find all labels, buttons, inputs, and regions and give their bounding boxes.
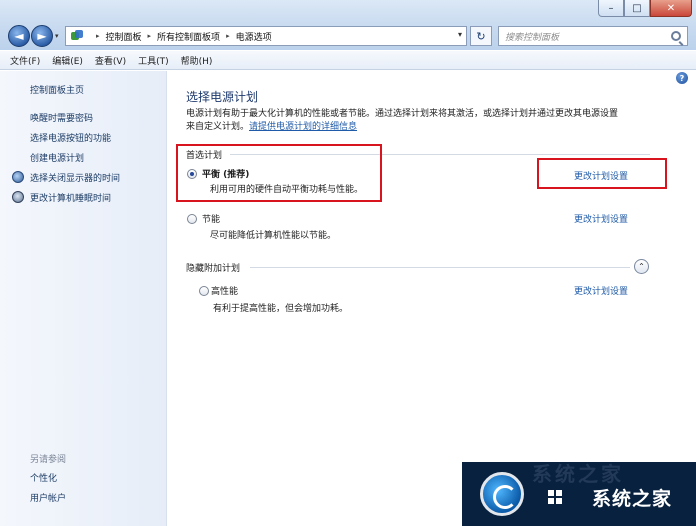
control-panel-icon (70, 29, 84, 43)
arrow-right-icon: ► (37, 29, 47, 43)
section-divider (250, 267, 630, 268)
minimize-button[interactable]: – (598, 0, 624, 17)
breadcrumb-control-panel[interactable]: 控制面板 (106, 30, 142, 43)
windows-logo-icon (548, 490, 588, 510)
back-button[interactable]: ◄ (8, 25, 30, 47)
description-text: 来自定义计划。 (186, 122, 250, 132)
chevron-up-icon: ⌃ (638, 262, 645, 271)
watermark-logo-icon (480, 472, 524, 516)
plan-name-power-saver[interactable]: 节能 (202, 212, 220, 225)
highlight-box-balanced-plan (176, 144, 382, 202)
sidebar-item-home[interactable]: 控制面板主页 (30, 83, 84, 96)
search-placeholder: 搜索控制面板 (505, 33, 560, 43)
menu-help[interactable]: 帮助(H) (181, 54, 213, 67)
sidebar-item-user-accounts[interactable]: 用户帐户 (30, 491, 66, 504)
address-bar[interactable]: ▸ 控制面板 ▸ 所有控制面板项 ▸ 电源选项 ▾ (65, 26, 467, 46)
watermark-logo: 系统之家 系统之家 (462, 462, 696, 526)
arrow-left-icon: ◄ (14, 29, 24, 43)
close-button[interactable]: ✕ (650, 0, 692, 17)
chevron-right-icon[interactable]: ▸ (148, 32, 152, 40)
left-navigation-pane: 控制面板主页 唤醒时需要密码 选择电源按钮的功能 创建电源计划 选择关闭显示器的… (0, 71, 167, 526)
highlight-box-change-settings (537, 158, 667, 189)
page-description: 电源计划有助于最大化计算机的性能或者节能。通过选择计划来将其激活，或选择计划并通… (186, 108, 666, 134)
collapse-button[interactable]: ⌃ (634, 259, 649, 274)
search-icon[interactable] (671, 31, 681, 41)
chevron-right-icon[interactable]: ▸ (226, 32, 230, 40)
see-also-heading: 另请参阅 (30, 455, 67, 465)
change-plan-settings-link-power-saver[interactable]: 更改计划设置 (574, 212, 628, 225)
breadcrumb-power-options[interactable]: 电源选项 (236, 30, 272, 43)
plan-description-power-saver: 尽可能降低计算机性能以节能。 (210, 231, 337, 241)
plan-description-high-performance: 有利于提高性能，但会增加功耗。 (213, 304, 349, 314)
menu-tools[interactable]: 工具(T) (138, 54, 169, 67)
maximize-button[interactable]: □ (624, 0, 650, 17)
plan-radio-power-saver[interactable] (187, 214, 197, 224)
sidebar-item-display-off[interactable]: 选择关闭显示器的时间 (30, 171, 120, 184)
page-title: 选择电源计划 (186, 90, 259, 104)
menu-edit[interactable]: 编辑(E) (52, 54, 83, 67)
help-icon[interactable]: ? (676, 72, 688, 84)
plan-radio-high-performance[interactable] (199, 286, 209, 296)
sidebar-item-personalization[interactable]: 个性化 (30, 471, 57, 484)
search-input[interactable]: 搜索控制面板 (498, 26, 688, 46)
chevron-right-icon[interactable]: ▸ (96, 32, 100, 40)
breadcrumb-all-items[interactable]: 所有控制面板项 (157, 30, 220, 43)
sidebar-item-create-plan[interactable]: 创建电源计划 (30, 151, 84, 164)
history-dropdown-icon[interactable]: ▾ (55, 32, 59, 40)
watermark-text: 系统之家 (592, 488, 673, 510)
menu-bar: 文件(F) 编辑(E) 查看(V) 工具(T) 帮助(H) (0, 51, 696, 70)
sidebar-item-sleep-time[interactable]: 更改计算机睡眠时间 (30, 191, 111, 204)
sidebar-item-wake-password[interactable]: 唤醒时需要密码 (30, 111, 93, 124)
description-line: 电源计划有助于最大化计算机的性能或者节能。通过选择计划来将其激活，或选择计划并通… (186, 109, 619, 119)
window-controls: – □ ✕ (598, 0, 692, 17)
plan-details-link[interactable]: 请提供电源计划的详细信息 (249, 122, 357, 132)
window-titlebar: – □ ✕ ◄ ► ▾ ▸ 控制面板 ▸ 所有控制面板项 ▸ 电源选项 ▾ ↻ … (0, 0, 696, 50)
display-icon (12, 171, 24, 183)
menu-file[interactable]: 文件(F) (10, 54, 40, 67)
plan-name-high-performance[interactable]: 高性能 (211, 284, 238, 297)
sidebar-item-power-buttons[interactable]: 选择电源按钮的功能 (30, 131, 111, 144)
refresh-icon: ↻ (476, 29, 486, 43)
change-plan-settings-link-high-performance[interactable]: 更改计划设置 (574, 284, 628, 297)
description-line: 来自定义计划。请提供电源计划的详细信息 (186, 121, 666, 134)
hidden-plans-heading: 隐藏附加计划 (186, 264, 241, 274)
sleep-icon (12, 191, 24, 203)
address-dropdown-icon[interactable]: ▾ (458, 30, 462, 39)
forward-button[interactable]: ► (31, 25, 53, 47)
refresh-button[interactable]: ↻ (470, 26, 492, 46)
menu-view[interactable]: 查看(V) (95, 54, 126, 67)
